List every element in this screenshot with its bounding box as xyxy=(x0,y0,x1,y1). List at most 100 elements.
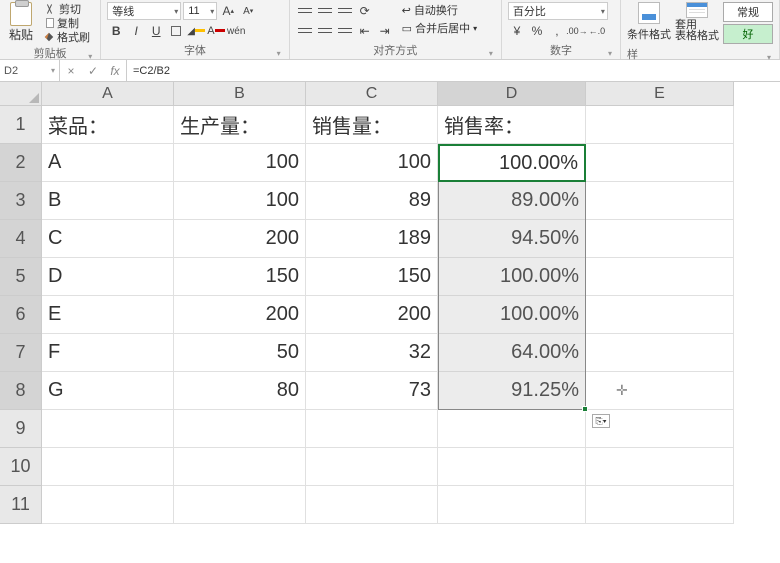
increase-font-button[interactable]: A▴ xyxy=(219,2,237,20)
increase-indent-button[interactable]: ⇥ xyxy=(376,22,394,40)
conditional-formatting-button[interactable]: 条件格式 xyxy=(627,2,671,42)
cell-B8[interactable]: 80 xyxy=(174,372,306,410)
cell-B7[interactable]: 50 xyxy=(174,334,306,372)
cell-B2[interactable]: 100 xyxy=(174,144,306,182)
format-as-table-button[interactable]: 套用 表格格式 xyxy=(675,2,719,42)
cell-A7[interactable]: F xyxy=(42,334,174,372)
col-header-B[interactable]: B xyxy=(174,82,306,106)
font-size-select[interactable]: 11 xyxy=(183,2,217,20)
phonetic-button[interactable]: wén xyxy=(227,22,245,40)
cell-C6[interactable]: 200 xyxy=(306,296,438,334)
cell-D9[interactable] xyxy=(438,410,586,448)
cell-A9[interactable] xyxy=(42,410,174,448)
enter-button[interactable]: ✓ xyxy=(82,64,104,78)
cell-B10[interactable] xyxy=(174,448,306,486)
cell-B6[interactable]: 200 xyxy=(174,296,306,334)
cell-B3[interactable]: 100 xyxy=(174,182,306,220)
row-header-9[interactable]: 9 xyxy=(0,410,42,448)
cell-D1[interactable]: 销售率： xyxy=(438,106,586,144)
cell-A5[interactable]: D xyxy=(42,258,174,296)
cell-A10[interactable] xyxy=(42,448,174,486)
cell-B5[interactable]: 150 xyxy=(174,258,306,296)
cell-D11[interactable] xyxy=(438,486,586,524)
cell-E2[interactable] xyxy=(586,144,734,182)
fx-button[interactable]: fx xyxy=(104,64,126,78)
align-top-button[interactable] xyxy=(296,2,314,20)
cell-style-good[interactable]: 好 xyxy=(723,24,773,44)
fill-handle[interactable] xyxy=(582,406,588,412)
cell-A1[interactable]: 菜品： xyxy=(42,106,174,144)
cell-C2[interactable]: 100 xyxy=(306,144,438,182)
row-header-11[interactable]: 11 xyxy=(0,486,42,524)
decrease-indent-button[interactable]: ⇤ xyxy=(356,22,374,40)
comma-button[interactable]: , xyxy=(548,22,566,40)
percent-button[interactable]: % xyxy=(528,22,546,40)
cell-A6[interactable]: E xyxy=(42,296,174,334)
number-format-select[interactable]: 百分比 xyxy=(508,2,608,20)
cell-A4[interactable]: C xyxy=(42,220,174,258)
font-color-button[interactable]: A xyxy=(207,22,225,40)
format-painter-button[interactable]: 格式刷 xyxy=(44,30,90,43)
col-header-A[interactable]: A xyxy=(42,82,174,106)
orientation-button[interactable]: ⟳ xyxy=(356,2,374,20)
cell-A3[interactable]: B xyxy=(42,182,174,220)
accounting-button[interactable]: ¥ xyxy=(508,22,526,40)
cell-D10[interactable] xyxy=(438,448,586,486)
paste-button[interactable]: 粘贴 xyxy=(6,2,36,43)
align-left-button[interactable] xyxy=(296,22,314,40)
align-bottom-button[interactable] xyxy=(336,2,354,20)
cell-C11[interactable] xyxy=(306,486,438,524)
cell-A2[interactable]: A xyxy=(42,144,174,182)
worksheet-grid[interactable]: A B C D E 1 2 3 4 5 6 7 8 9 10 11 菜品： 生产… xyxy=(0,82,780,563)
align-middle-button[interactable] xyxy=(316,2,334,20)
row-header-8[interactable]: 8 xyxy=(0,372,42,410)
name-box[interactable]: D2 xyxy=(0,60,60,81)
row-header-6[interactable]: 6 xyxy=(0,296,42,334)
cell-C5[interactable]: 150 xyxy=(306,258,438,296)
cell-D7[interactable]: 64.00% xyxy=(438,334,586,372)
row-header-10[interactable]: 10 xyxy=(0,448,42,486)
cell-A8[interactable]: G xyxy=(42,372,174,410)
select-all-corner[interactable] xyxy=(0,82,42,106)
decrease-decimal-button[interactable]: ←.0 xyxy=(588,22,606,40)
cell-D3[interactable]: 89.00% xyxy=(438,182,586,220)
cell-C10[interactable] xyxy=(306,448,438,486)
cell-E1[interactable] xyxy=(586,106,734,144)
cell-B11[interactable] xyxy=(174,486,306,524)
font-name-select[interactable]: 等线 xyxy=(107,2,181,20)
cell-C9[interactable] xyxy=(306,410,438,448)
copy-button[interactable]: 复制 xyxy=(44,16,90,29)
decrease-font-button[interactable]: A▾ xyxy=(239,2,257,20)
align-center-button[interactable] xyxy=(316,22,334,40)
cut-button[interactable]: 剪切 xyxy=(44,2,90,15)
cell-E6[interactable] xyxy=(586,296,734,334)
merge-center-button[interactable]: ▭ 合并后居中 ▾ xyxy=(402,20,477,36)
paste-options-button[interactable]: ⎘▾ xyxy=(592,414,610,428)
bold-button[interactable]: B xyxy=(107,22,125,40)
cancel-button[interactable]: × xyxy=(60,64,82,78)
cell-E3[interactable] xyxy=(586,182,734,220)
cell-D5[interactable]: 100.00% xyxy=(438,258,586,296)
cell-E7[interactable] xyxy=(586,334,734,372)
cell-C8[interactable]: 73 xyxy=(306,372,438,410)
col-header-E[interactable]: E xyxy=(586,82,734,106)
cell-B9[interactable] xyxy=(174,410,306,448)
cell-D4[interactable]: 94.50% xyxy=(438,220,586,258)
increase-decimal-button[interactable]: .00→ xyxy=(568,22,586,40)
col-header-D[interactable]: D xyxy=(438,82,586,106)
row-header-1[interactable]: 1 xyxy=(0,106,42,144)
cell-C7[interactable]: 32 xyxy=(306,334,438,372)
cell-B4[interactable]: 200 xyxy=(174,220,306,258)
row-header-4[interactable]: 4 xyxy=(0,220,42,258)
border-button[interactable] xyxy=(167,22,185,40)
cell-style-normal[interactable]: 常规 xyxy=(723,2,773,22)
cell-A11[interactable] xyxy=(42,486,174,524)
italic-button[interactable]: I xyxy=(127,22,145,40)
cell-E10[interactable] xyxy=(586,448,734,486)
cell-E11[interactable] xyxy=(586,486,734,524)
fill-color-button[interactable]: ◢ xyxy=(187,22,205,40)
cell-C3[interactable]: 89 xyxy=(306,182,438,220)
cell-D6[interactable]: 100.00% xyxy=(438,296,586,334)
cell-E4[interactable] xyxy=(586,220,734,258)
cell-C4[interactable]: 189 xyxy=(306,220,438,258)
